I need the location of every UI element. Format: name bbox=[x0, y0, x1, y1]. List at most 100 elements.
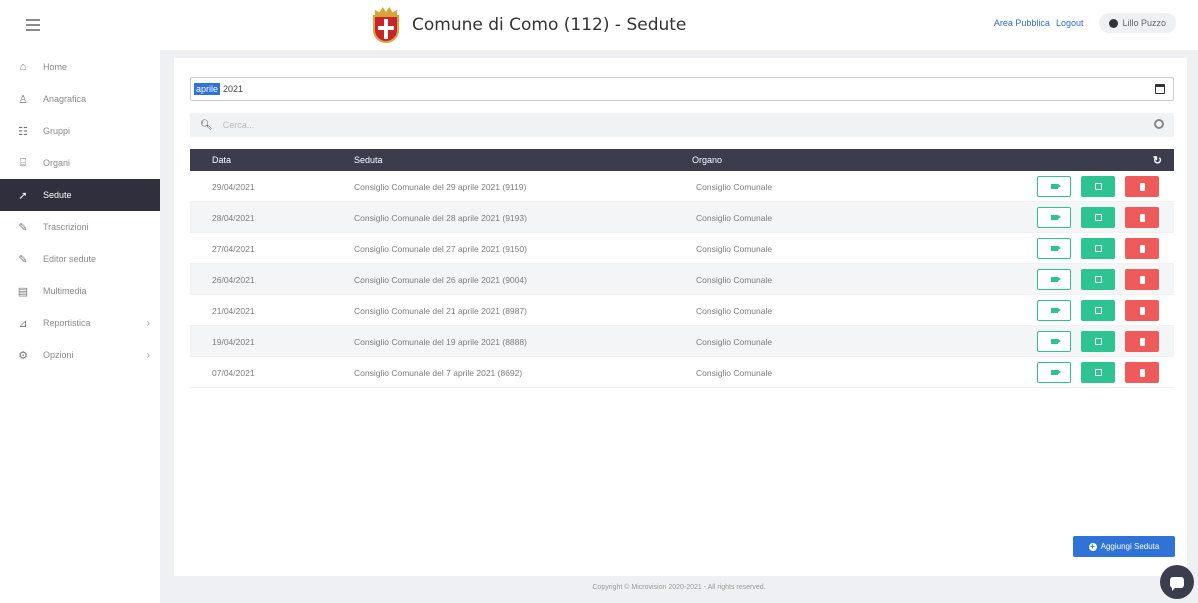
sidebar-item-anagrafica[interactable]: ♙ Anagrafica bbox=[0, 83, 160, 115]
sidebar-item-gruppi[interactable]: ☷ Gruppi bbox=[0, 115, 160, 147]
brand: Comune di Como (112) - Sedute bbox=[370, 7, 686, 43]
cell-organo: Consiglio Comunale bbox=[696, 306, 773, 316]
cell-date: 28/04/2021 bbox=[212, 213, 255, 223]
sidebar-item-trascrizioni[interactable]: ✎ Trascrizioni bbox=[0, 211, 160, 243]
settings-icon[interactable] bbox=[1154, 119, 1164, 129]
sidebar-item-label: Trascrizioni bbox=[43, 222, 89, 232]
user-name: Lillo Puzzo bbox=[1122, 18, 1166, 28]
table-row: 29/04/2021 Consiglio Comunale del 29 apri… bbox=[190, 171, 1174, 202]
row-actions bbox=[1037, 269, 1159, 290]
cell-date: 19/04/2021 bbox=[212, 337, 255, 347]
cell-date: 07/04/2021 bbox=[212, 368, 255, 378]
cell-date: 21/04/2021 bbox=[212, 306, 255, 316]
sidebar-item-sedute[interactable]: ➚ Sedute bbox=[0, 179, 160, 211]
edit-button[interactable] bbox=[1081, 300, 1115, 321]
sidebar-item-organi[interactable]: ⌸ Organi bbox=[0, 147, 160, 179]
add-seduta-label: Aggiungi Seduta bbox=[1100, 542, 1160, 551]
sidebar-item-editor-sedute[interactable]: ✎ Editor sedute bbox=[0, 243, 160, 275]
calendar-icon[interactable] bbox=[1155, 84, 1165, 94]
sidebar-item-label: Gruppi bbox=[43, 126, 71, 136]
cell-organo: Consiglio Comunale bbox=[696, 337, 773, 347]
video-button[interactable] bbox=[1037, 238, 1071, 259]
video-button[interactable] bbox=[1037, 207, 1071, 228]
gavel-icon: ➚ bbox=[18, 189, 28, 202]
sidebar-item-reportistica[interactable]: ⊿ Reportistica › bbox=[0, 307, 160, 339]
row-actions bbox=[1037, 331, 1159, 352]
video-icon bbox=[1050, 370, 1061, 375]
edit-icon bbox=[1094, 338, 1102, 345]
sedute-table: Data Seduta Organo ↻ 29/04/2021 Consiglio… bbox=[190, 149, 1174, 388]
edit-button[interactable] bbox=[1081, 269, 1115, 290]
add-seduta-button[interactable]: + Aggiungi Seduta bbox=[1073, 536, 1175, 557]
month-picker[interactable]: aprile 2021 bbox=[190, 77, 1174, 101]
edit-button[interactable] bbox=[1081, 176, 1115, 197]
sidebar-item-label: Anagrafica bbox=[43, 94, 87, 104]
como-crest-logo bbox=[370, 7, 402, 43]
sidebar-item-opzioni[interactable]: ⚙ Opzioni › bbox=[0, 339, 160, 371]
delete-button[interactable] bbox=[1125, 331, 1159, 352]
year-value: 2021 bbox=[223, 84, 244, 94]
edit-icon bbox=[1094, 307, 1102, 314]
trash-icon bbox=[1139, 275, 1145, 284]
video-button[interactable] bbox=[1037, 176, 1071, 197]
video-button[interactable] bbox=[1037, 331, 1071, 352]
film-icon: ▤ bbox=[17, 285, 29, 298]
delete-button[interactable] bbox=[1125, 207, 1159, 228]
video-button[interactable] bbox=[1037, 300, 1071, 321]
edit-button[interactable] bbox=[1081, 238, 1115, 259]
video-button[interactable] bbox=[1037, 269, 1071, 290]
logout-link[interactable]: Logout bbox=[1056, 18, 1084, 28]
user-icon: ♙ bbox=[18, 93, 28, 106]
sidebar-item-label: Reportistica bbox=[43, 318, 91, 328]
video-button[interactable] bbox=[1037, 362, 1071, 383]
user-menu[interactable]: Lillo Puzzo bbox=[1099, 13, 1176, 33]
cell-organo: Consiglio Comunale bbox=[696, 368, 773, 378]
search-icon: 🔍︎ bbox=[200, 119, 213, 131]
cell-date: 27/04/2021 bbox=[212, 244, 255, 254]
sidebar-item-multimedia[interactable]: ▤ Multimedia bbox=[0, 275, 160, 307]
edit-icon bbox=[1094, 245, 1102, 252]
trash-icon bbox=[1139, 213, 1145, 222]
video-icon bbox=[1050, 277, 1061, 282]
search-placeholder: Cerca... bbox=[222, 120, 255, 130]
video-icon bbox=[1050, 339, 1061, 344]
chat-button[interactable] bbox=[1160, 565, 1194, 599]
footer-copyright: Copyright © Microvision 2020-2021 - All … bbox=[592, 584, 766, 591]
public-area-link[interactable]: Area Pubblica bbox=[994, 18, 1050, 28]
chevron-right-icon: › bbox=[146, 349, 150, 361]
cell-date: 29/04/2021 bbox=[212, 182, 255, 192]
sidebar-item-label: Multimedia bbox=[43, 286, 87, 296]
cell-organo: Consiglio Comunale bbox=[696, 182, 773, 192]
delete-button[interactable] bbox=[1125, 300, 1159, 321]
column-header-organo: Organo bbox=[692, 155, 723, 165]
delete-button[interactable] bbox=[1125, 269, 1159, 290]
edit-button[interactable] bbox=[1081, 362, 1115, 383]
cell-seduta: Consiglio Comunale del 21 aprile 2021 (8… bbox=[354, 306, 527, 316]
dashboard-icon: ⌂ bbox=[19, 61, 27, 73]
cell-seduta: Consiglio Comunale del 27 aprile 2021 (9… bbox=[354, 244, 527, 254]
cell-seduta: Consiglio Comunale del 29 aprile 2021 (9… bbox=[354, 182, 527, 192]
institution-icon: ⌸ bbox=[19, 156, 27, 169]
sidebar-item-label: Opzioni bbox=[43, 350, 74, 360]
video-icon bbox=[1050, 184, 1061, 189]
edit-icon bbox=[1094, 214, 1102, 221]
sidebar-item-label: Organi bbox=[43, 158, 71, 168]
cell-organo: Consiglio Comunale bbox=[696, 275, 773, 285]
user-icon bbox=[1109, 18, 1119, 28]
search-input[interactable]: 🔍︎ Cerca... bbox=[190, 113, 1174, 137]
row-actions bbox=[1037, 362, 1159, 383]
edit-button[interactable] bbox=[1081, 207, 1115, 228]
refresh-icon[interactable]: ↻ bbox=[1153, 154, 1162, 167]
top-links: Area Pubblica Logout Lillo Puzzo bbox=[994, 13, 1176, 33]
delete-button[interactable] bbox=[1125, 238, 1159, 259]
delete-button[interactable] bbox=[1125, 362, 1159, 383]
menu-toggle-icon[interactable] bbox=[26, 19, 40, 33]
row-actions bbox=[1037, 207, 1159, 228]
edit-button[interactable] bbox=[1081, 331, 1115, 352]
sidebar-item-home[interactable]: ⌂ Home bbox=[0, 51, 160, 83]
trash-icon bbox=[1139, 368, 1145, 377]
cogs-icon: ⚙ bbox=[18, 349, 28, 362]
trash-icon bbox=[1139, 337, 1145, 346]
delete-button[interactable] bbox=[1125, 176, 1159, 197]
row-actions bbox=[1037, 176, 1159, 197]
